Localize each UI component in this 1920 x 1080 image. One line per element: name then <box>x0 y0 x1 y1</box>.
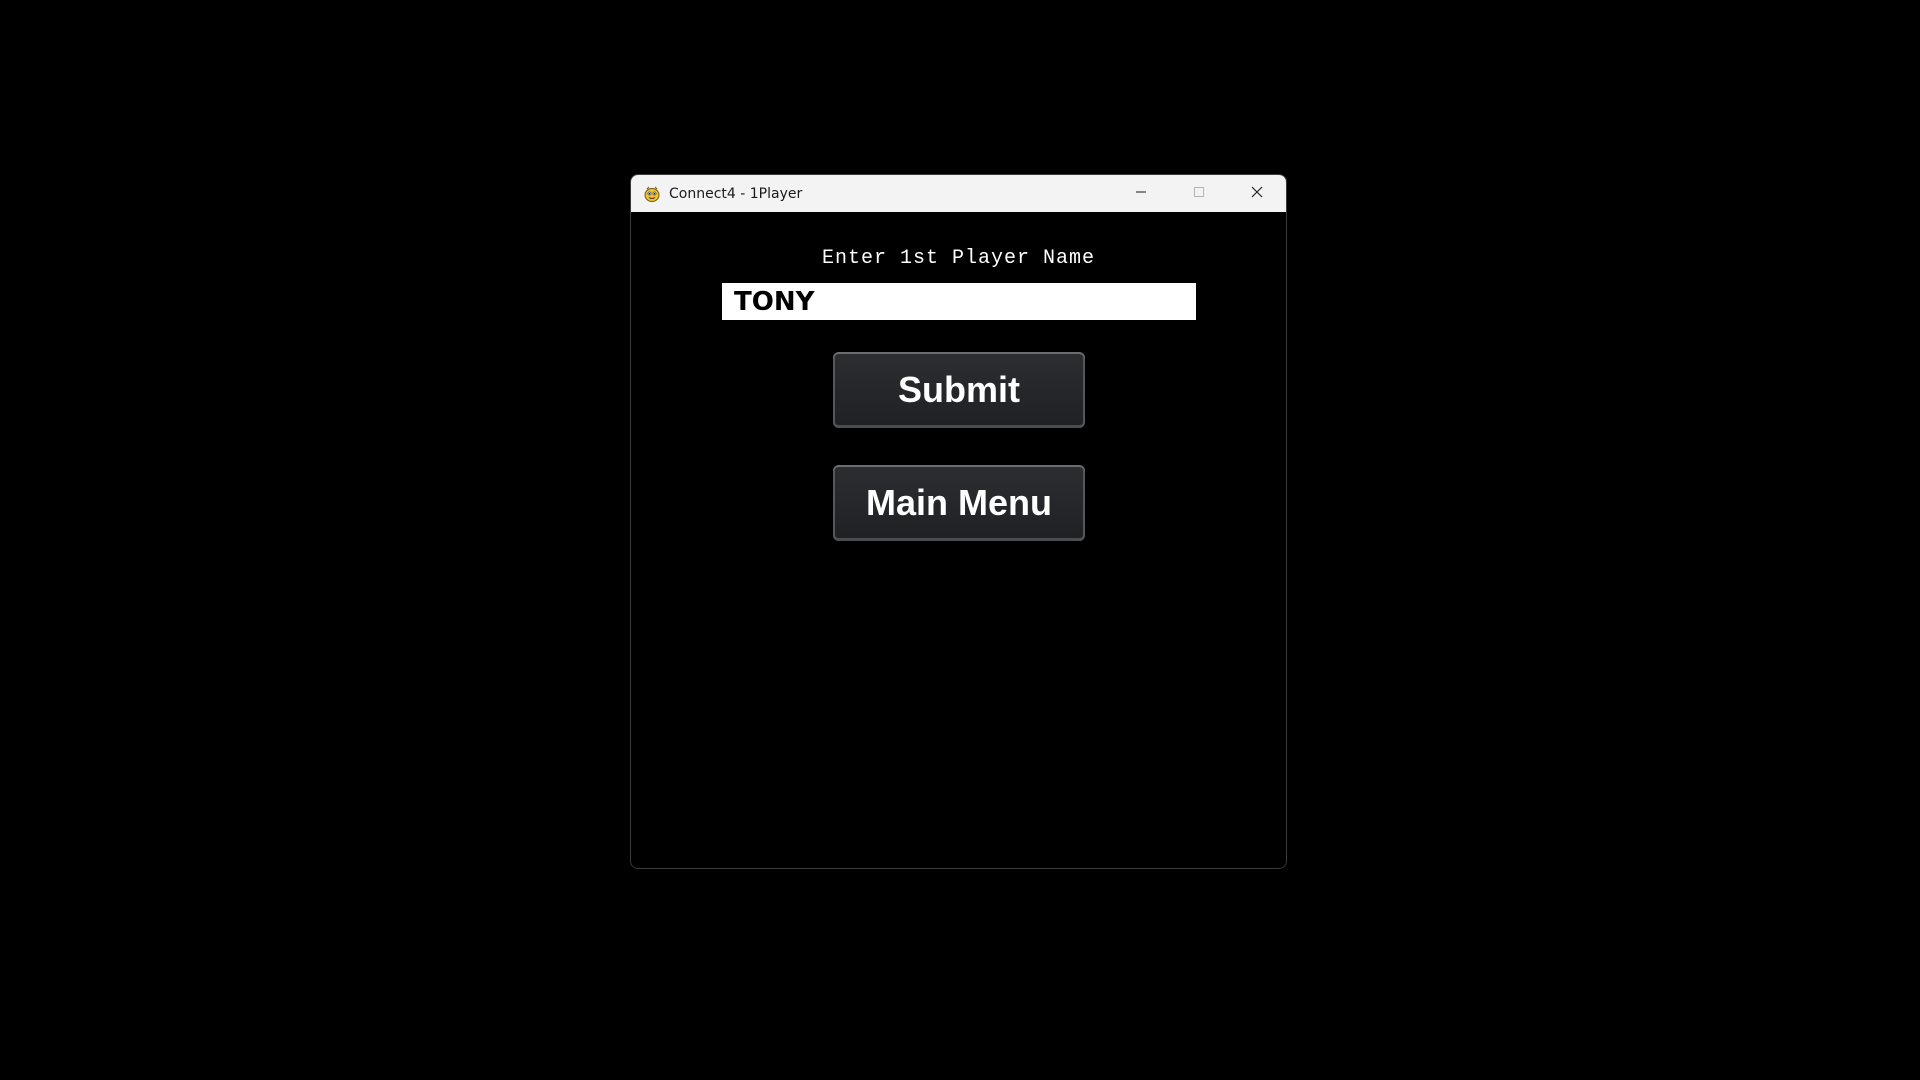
pygame-snake-icon <box>643 185 661 203</box>
close-icon <box>1251 185 1263 203</box>
minimize-icon <box>1135 185 1147 203</box>
title-bar[interactable]: Connect4 - 1Player <box>631 175 1286 212</box>
maximize-button[interactable] <box>1170 175 1228 212</box>
window-controls <box>1112 175 1286 212</box>
desktop: Connect4 - 1Player Enter 1st Player Name… <box>0 0 1920 1080</box>
minimize-button[interactable] <box>1112 175 1170 212</box>
submit-button[interactable]: Submit <box>833 352 1085 428</box>
player-name-input[interactable] <box>722 283 1196 320</box>
game-surface: Enter 1st Player Name Submit Main Menu <box>631 212 1286 868</box>
maximize-icon <box>1193 185 1205 203</box>
close-button[interactable] <box>1228 175 1286 212</box>
window-title: Connect4 - 1Player <box>669 185 803 202</box>
main-menu-button[interactable]: Main Menu <box>833 465 1085 541</box>
name-prompt-label: Enter 1st Player Name <box>821 247 1096 270</box>
app-window: Connect4 - 1Player Enter 1st Player Name… <box>630 174 1287 869</box>
